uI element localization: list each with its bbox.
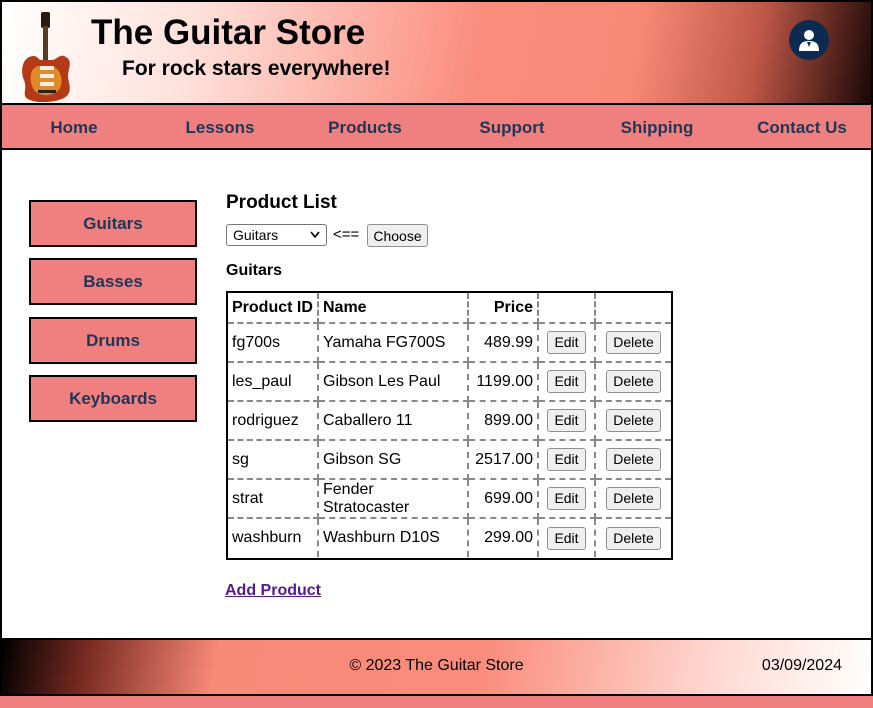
delete-button[interactable]: Delete: [606, 331, 661, 354]
column-header-name: Name: [317, 293, 469, 324]
product-id-cell: fg700s: [228, 322, 319, 363]
delete-button[interactable]: Delete: [606, 448, 661, 471]
edit-button[interactable]: Edit: [547, 526, 586, 550]
sidebar-item-guitars[interactable]: Guitars: [29, 200, 197, 247]
add-product-link[interactable]: Add Product: [225, 582, 321, 600]
product-name-cell: Caballero 11: [317, 400, 469, 441]
site-title: The Guitar Store: [91, 13, 366, 52]
product-id-cell: les_paul: [228, 361, 319, 402]
nav-lessons[interactable]: Lessons: [186, 118, 255, 138]
delete-button[interactable]: Delete: [606, 409, 661, 432]
column-header-product-id: Product ID: [228, 293, 319, 324]
nav-contact-us[interactable]: Contact Us: [757, 118, 847, 138]
category-select[interactable]: Guitars: [226, 224, 327, 246]
copyright-text: © 2023 The Guitar Store: [349, 657, 524, 674]
table-row: strat Fender Stratocaster 699.00 Edit De…: [228, 478, 671, 519]
column-header-price: Price: [467, 293, 539, 324]
nav-products[interactable]: Products: [328, 118, 402, 138]
chevron-down-icon: [310, 231, 320, 239]
column-header-delete: [594, 293, 671, 324]
product-price-cell: 899.00: [467, 400, 539, 441]
product-name-cell: Gibson SG: [317, 439, 469, 480]
bottom-strip: [0, 696, 873, 708]
edit-button[interactable]: Edit: [547, 370, 586, 393]
nav-home[interactable]: Home: [50, 118, 97, 138]
product-id-cell: sg: [228, 439, 319, 480]
choose-button[interactable]: Choose: [367, 224, 428, 247]
product-id-cell: strat: [228, 478, 319, 519]
edit-button[interactable]: Edit: [547, 487, 586, 510]
product-name-cell: Yamaha FG700S: [317, 322, 469, 363]
site-tagline: For rock stars everywhere!: [122, 57, 391, 80]
table-row: rodriguez Caballero 11 899.00 Edit Delet…: [228, 400, 671, 441]
product-price-cell: 1199.00: [467, 361, 539, 402]
table-header-row: Product ID Name Price: [228, 293, 671, 324]
product-price-cell: 299.00: [467, 517, 539, 557]
user-account-button[interactable]: [789, 20, 829, 60]
product-name-cell: Washburn D10S: [317, 517, 469, 557]
site-footer: © 2023 The Guitar Store 03/09/2024: [2, 638, 871, 696]
nav-support[interactable]: Support: [479, 118, 544, 138]
table-row: sg Gibson SG 2517.00 Edit Delete: [228, 439, 671, 480]
category-heading: Guitars: [226, 262, 283, 279]
edit-button[interactable]: Edit: [547, 409, 586, 432]
delete-button[interactable]: Delete: [606, 487, 661, 510]
user-icon: [799, 30, 819, 51]
page-title: Product List: [226, 192, 337, 213]
product-id-cell: washburn: [228, 517, 319, 557]
table-row: washburn Washburn D10S 299.00 Edit Delet…: [228, 517, 671, 557]
sidebar-item-basses[interactable]: Basses: [29, 258, 197, 305]
column-header-edit: [537, 293, 596, 324]
delete-button[interactable]: Delete: [606, 526, 661, 550]
nav-shipping[interactable]: Shipping: [621, 118, 694, 138]
main-nav: Home Lessons Products Support Shipping C…: [2, 103, 871, 150]
guitar-logo-icon: [22, 12, 70, 102]
footer-date: 03/09/2024: [761, 657, 842, 674]
sidebar-item-keyboards[interactable]: Keyboards: [29, 375, 197, 422]
table-row: fg700s Yamaha FG700S 489.99 Edit Delete: [228, 322, 671, 363]
edit-button[interactable]: Edit: [547, 448, 586, 471]
product-id-cell: rodriguez: [228, 400, 319, 441]
delete-button[interactable]: Delete: [606, 370, 661, 393]
site-header: The Guitar Store For rock stars everywhe…: [2, 2, 871, 103]
product-price-cell: 489.99: [467, 322, 539, 363]
product-name-cell: Fender Stratocaster: [317, 478, 469, 519]
edit-button[interactable]: Edit: [547, 331, 586, 354]
product-price-cell: 699.00: [467, 478, 539, 519]
product-price-cell: 2517.00: [467, 439, 539, 480]
product-name-cell: Gibson Les Paul: [317, 361, 469, 402]
product-table: Product ID Name Price fg700s Yamaha FG70…: [226, 291, 673, 560]
sidebar-item-drums[interactable]: Drums: [29, 317, 197, 364]
category-select-value: Guitars: [233, 227, 279, 243]
table-row: les_paul Gibson Les Paul 1199.00 Edit De…: [228, 361, 671, 402]
select-arrow-text: <==: [333, 226, 360, 243]
